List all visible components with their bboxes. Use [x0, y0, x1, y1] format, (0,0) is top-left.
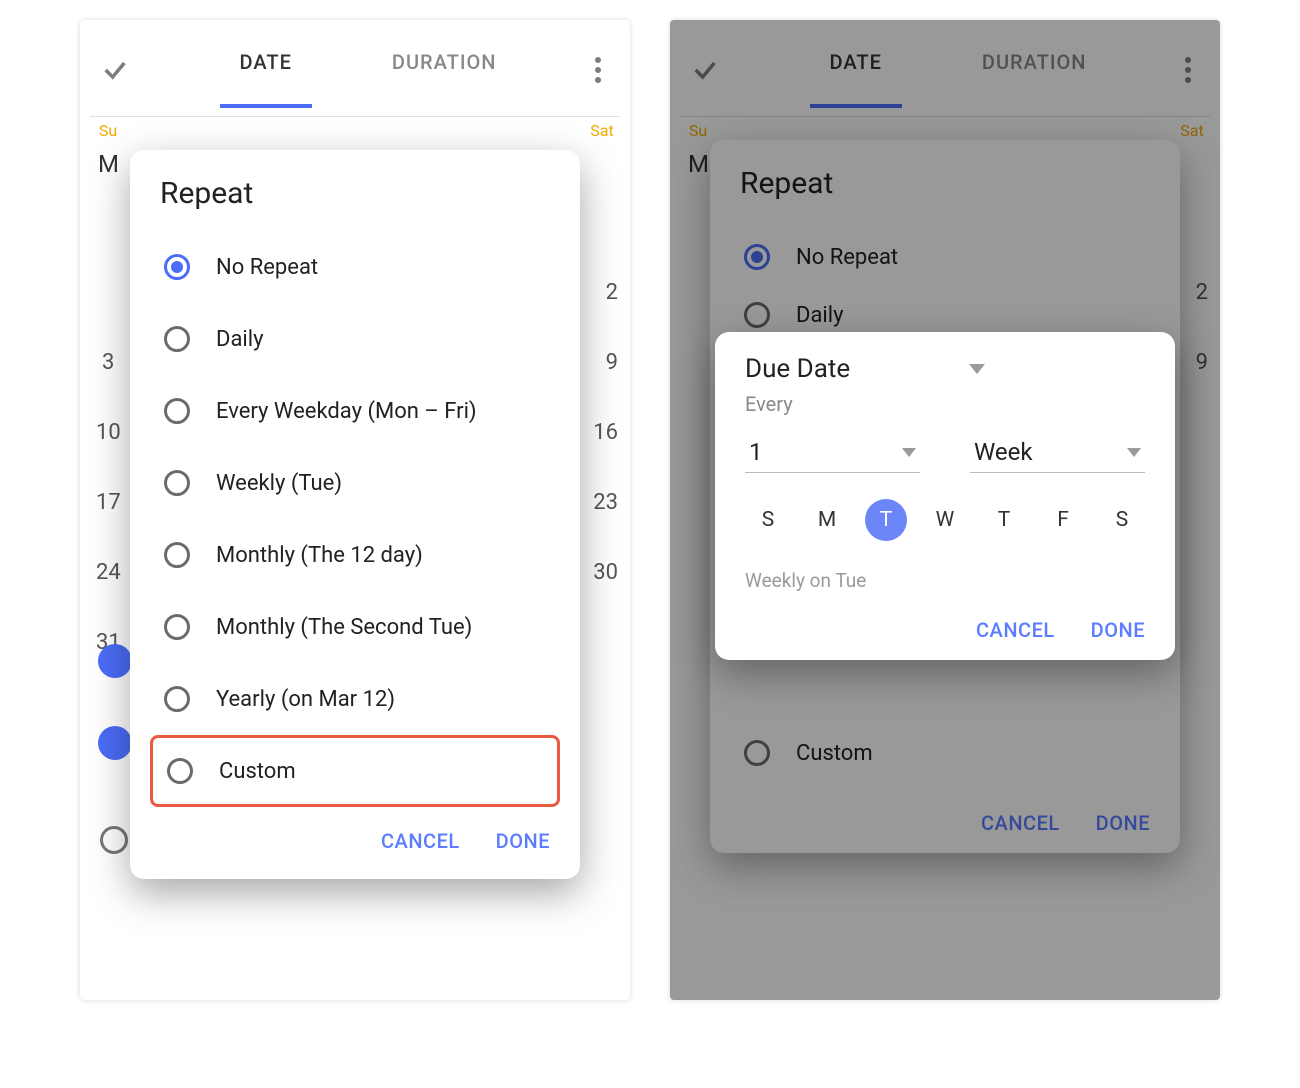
radio-item-daily[interactable]: Daily [154, 303, 556, 375]
cancel-button[interactable]: CANCEL [976, 618, 1055, 642]
chevron-down-icon [902, 448, 916, 457]
cal-edge: 24 [96, 560, 121, 585]
tabs: DATE DURATION [150, 50, 586, 90]
dialog-actions: CANCEL DONE [745, 592, 1145, 652]
tab-duration[interactable]: DURATION [372, 50, 517, 90]
done-button[interactable]: DONE [496, 829, 550, 853]
radio-icon [164, 254, 190, 280]
more-icon[interactable] [586, 57, 610, 83]
cal-edge: 30 [593, 560, 618, 585]
weekday: Su [94, 121, 122, 140]
radio-icon [164, 470, 190, 496]
unit-value: Week [974, 438, 1033, 466]
dialog-actions: CANCEL DONE [130, 807, 580, 867]
day-fri[interactable]: F [1042, 499, 1084, 541]
radio-label: Monthly (The 12 day) [216, 543, 423, 568]
radio-label: Weekly (Tue) [216, 471, 342, 496]
cal-edge: 3 [102, 350, 114, 375]
cal-edge: 23 [593, 490, 618, 515]
radio-item-monthly-day[interactable]: Monthly (The 12 day) [154, 519, 556, 591]
cal-edge: 10 [96, 420, 121, 445]
day-thu[interactable]: T [983, 499, 1025, 541]
radio-label: Monthly (The Second Tue) [216, 615, 472, 640]
chevron-down-icon [969, 364, 985, 374]
cal-edge: 17 [96, 490, 121, 515]
count-value: 1 [749, 438, 763, 466]
repeat-dialog: Repeat No Repeat Daily Every Weekday (Mo… [130, 150, 580, 879]
topbar: DATE DURATION [90, 38, 620, 102]
radio-icon [164, 686, 190, 712]
due-title-row[interactable]: Due Date [745, 354, 1145, 384]
radio-icon [164, 326, 190, 352]
radio-label: Daily [216, 327, 264, 352]
radio-item-custom[interactable]: Custom [150, 735, 560, 807]
chevron-down-icon [1127, 448, 1141, 457]
check-icon[interactable] [100, 55, 130, 85]
radio-label: Yearly (on Mar 12) [216, 687, 395, 712]
blue-dot-icon [98, 644, 132, 678]
cal-edge: 2 [606, 280, 618, 305]
radio-item-yearly[interactable]: Yearly (on Mar 12) [154, 663, 556, 735]
cal-edge: 16 [593, 420, 618, 445]
day-sun[interactable]: S [747, 499, 789, 541]
summary: Weekly on Tue [745, 569, 1145, 592]
alarm-icon [98, 726, 132, 760]
phone-right: DATE DURATION Su Sat M 2 9 Repeat No Rep… [670, 20, 1220, 1000]
radio-label: Custom [219, 759, 296, 784]
week-header: Su Sat [90, 117, 620, 140]
radio-item-every-weekday[interactable]: Every Weekday (Mon – Fri) [154, 375, 556, 447]
day-mon[interactable]: M [806, 499, 848, 541]
day-sat[interactable]: S [1101, 499, 1143, 541]
due-date-dialog: Due Date Every 1 Week S M T W T F S Week… [715, 332, 1175, 660]
day-wed[interactable]: W [924, 499, 966, 541]
radio-item-weekly[interactable]: Weekly (Tue) [154, 447, 556, 519]
days-row: S M T W T F S [745, 499, 1145, 541]
phone-left: DATE DURATION Su Sat M 2 3 9 10 16 17 23… [80, 20, 630, 1000]
weekday: Sat [588, 121, 616, 140]
cancel-button[interactable]: CANCEL [381, 829, 460, 853]
count-select[interactable]: 1 [745, 438, 920, 473]
cal-edge: 9 [606, 350, 618, 375]
day-tue[interactable]: T [865, 499, 907, 541]
dialog-title: Repeat [130, 176, 580, 223]
radio-icon [167, 758, 193, 784]
radio-icon [164, 614, 190, 640]
every-label: Every [745, 392, 1145, 416]
unit-select[interactable]: Week [970, 438, 1145, 473]
radio-label: No Repeat [216, 255, 318, 280]
radio-icon [164, 542, 190, 568]
radio-list: No Repeat Daily Every Weekday (Mon – Fri… [130, 223, 580, 807]
radio-icon [164, 398, 190, 424]
done-button[interactable]: DONE [1091, 618, 1145, 642]
radio-item-monthly-weekday[interactable]: Monthly (The Second Tue) [154, 591, 556, 663]
due-title: Due Date [745, 354, 850, 384]
tab-date[interactable]: DATE [220, 50, 312, 90]
ring-icon [100, 826, 128, 854]
selects-row: 1 Week [745, 438, 1145, 473]
radio-item-no-repeat[interactable]: No Repeat [154, 231, 556, 303]
radio-label: Every Weekday (Mon – Fri) [216, 399, 477, 424]
